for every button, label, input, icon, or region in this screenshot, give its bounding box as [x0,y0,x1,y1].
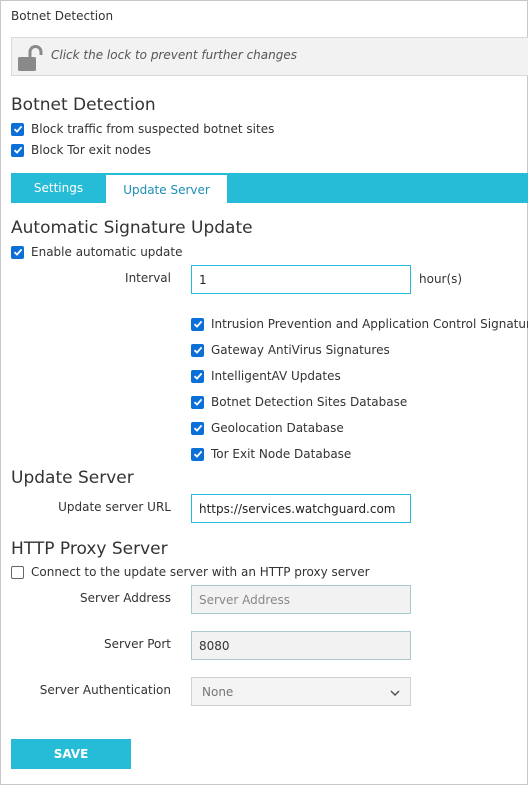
server-auth-selected: None [202,684,234,699]
chevron-down-icon [390,685,400,699]
lock-message: Click the lock to prevent further change… [51,48,297,62]
auto-update-heading: Automatic Signature Update [11,218,253,238]
update-server-heading: Update Server [11,468,134,488]
server-port-input[interactable]: 8080 [191,631,411,660]
block-botnet-label: Block traffic from suspected botnet site… [31,122,275,136]
update-server-url-input[interactable]: https://services.watchguard.com [191,494,411,523]
enable-auto-update-option[interactable]: Enable automatic update [11,245,182,259]
proxy-heading: HTTP Proxy Server [11,539,168,559]
signature-intelligentav-checkbox[interactable] [191,369,204,383]
server-address-placeholder: Server Address [199,592,290,607]
signature-gav-checkbox[interactable] [191,343,204,357]
signature-ips-option[interactable]: Intrusion Prevention and Application Con… [191,317,528,331]
proxy-connect-option[interactable]: Connect to the update server with an HTT… [11,565,370,579]
interval-input[interactable]: 1 [191,265,411,294]
signature-ips-label: Intrusion Prevention and Application Con… [211,317,528,331]
block-tor-label: Block Tor exit nodes [31,143,151,157]
tab-bar: Settings Update Server [11,173,528,205]
signature-gav-label: Gateway AntiVirus Signatures [211,343,390,357]
unlocked-padlock-icon[interactable] [17,44,43,72]
window-frame [0,0,528,785]
server-address-input[interactable]: Server Address [191,585,411,614]
signature-geolocation-checkbox[interactable] [191,421,204,435]
proxy-connect-checkbox[interactable] [11,565,24,579]
block-tor-checkbox[interactable] [11,143,24,157]
botnet-heading: Botnet Detection [11,95,156,115]
interval-label: Interval [125,271,171,285]
window-title: Botnet Detection [11,9,114,23]
signature-ips-checkbox[interactable] [191,317,204,331]
signature-botnet-db-label: Botnet Detection Sites Database [211,395,408,409]
signature-botnet-db-option[interactable]: Botnet Detection Sites Database [191,395,407,409]
save-button[interactable]: SAVE [11,739,131,769]
signature-geolocation-label: Geolocation Database [211,421,344,435]
signature-tor-db-option[interactable]: Tor Exit Node Database [191,447,351,461]
signature-tor-db-label: Tor Exit Node Database [211,447,352,461]
block-botnet-checkbox[interactable] [11,122,24,136]
server-auth-label: Server Authentication [39,683,171,697]
server-auth-select[interactable]: None [191,677,411,706]
signature-gav-option[interactable]: Gateway AntiVirus Signatures [191,343,390,357]
server-port-label: Server Port [104,637,171,651]
signature-tor-db-checkbox[interactable] [191,447,204,461]
signature-intelligentav-label: IntelligentAV Updates [211,369,341,383]
block-tor-option[interactable]: Block Tor exit nodes [11,143,151,157]
lock-bar[interactable]: Click the lock to prevent further change… [11,37,528,76]
tab-update-server[interactable]: Update Server [106,175,227,205]
proxy-connect-label: Connect to the update server with an HTT… [31,565,370,579]
signature-botnet-db-checkbox[interactable] [191,395,204,409]
enable-auto-update-checkbox[interactable] [11,245,24,259]
signature-intelligentav-option[interactable]: IntelligentAV Updates [191,369,341,383]
enable-auto-update-label: Enable automatic update [31,245,183,259]
tab-settings[interactable]: Settings [11,173,106,203]
server-address-label: Server Address [80,591,171,605]
interval-unit: hour(s) [419,272,463,286]
signature-geolocation-option[interactable]: Geolocation Database [191,421,344,435]
update-server-url-label: Update server URL [58,500,171,514]
block-botnet-option[interactable]: Block traffic from suspected botnet site… [11,122,274,136]
